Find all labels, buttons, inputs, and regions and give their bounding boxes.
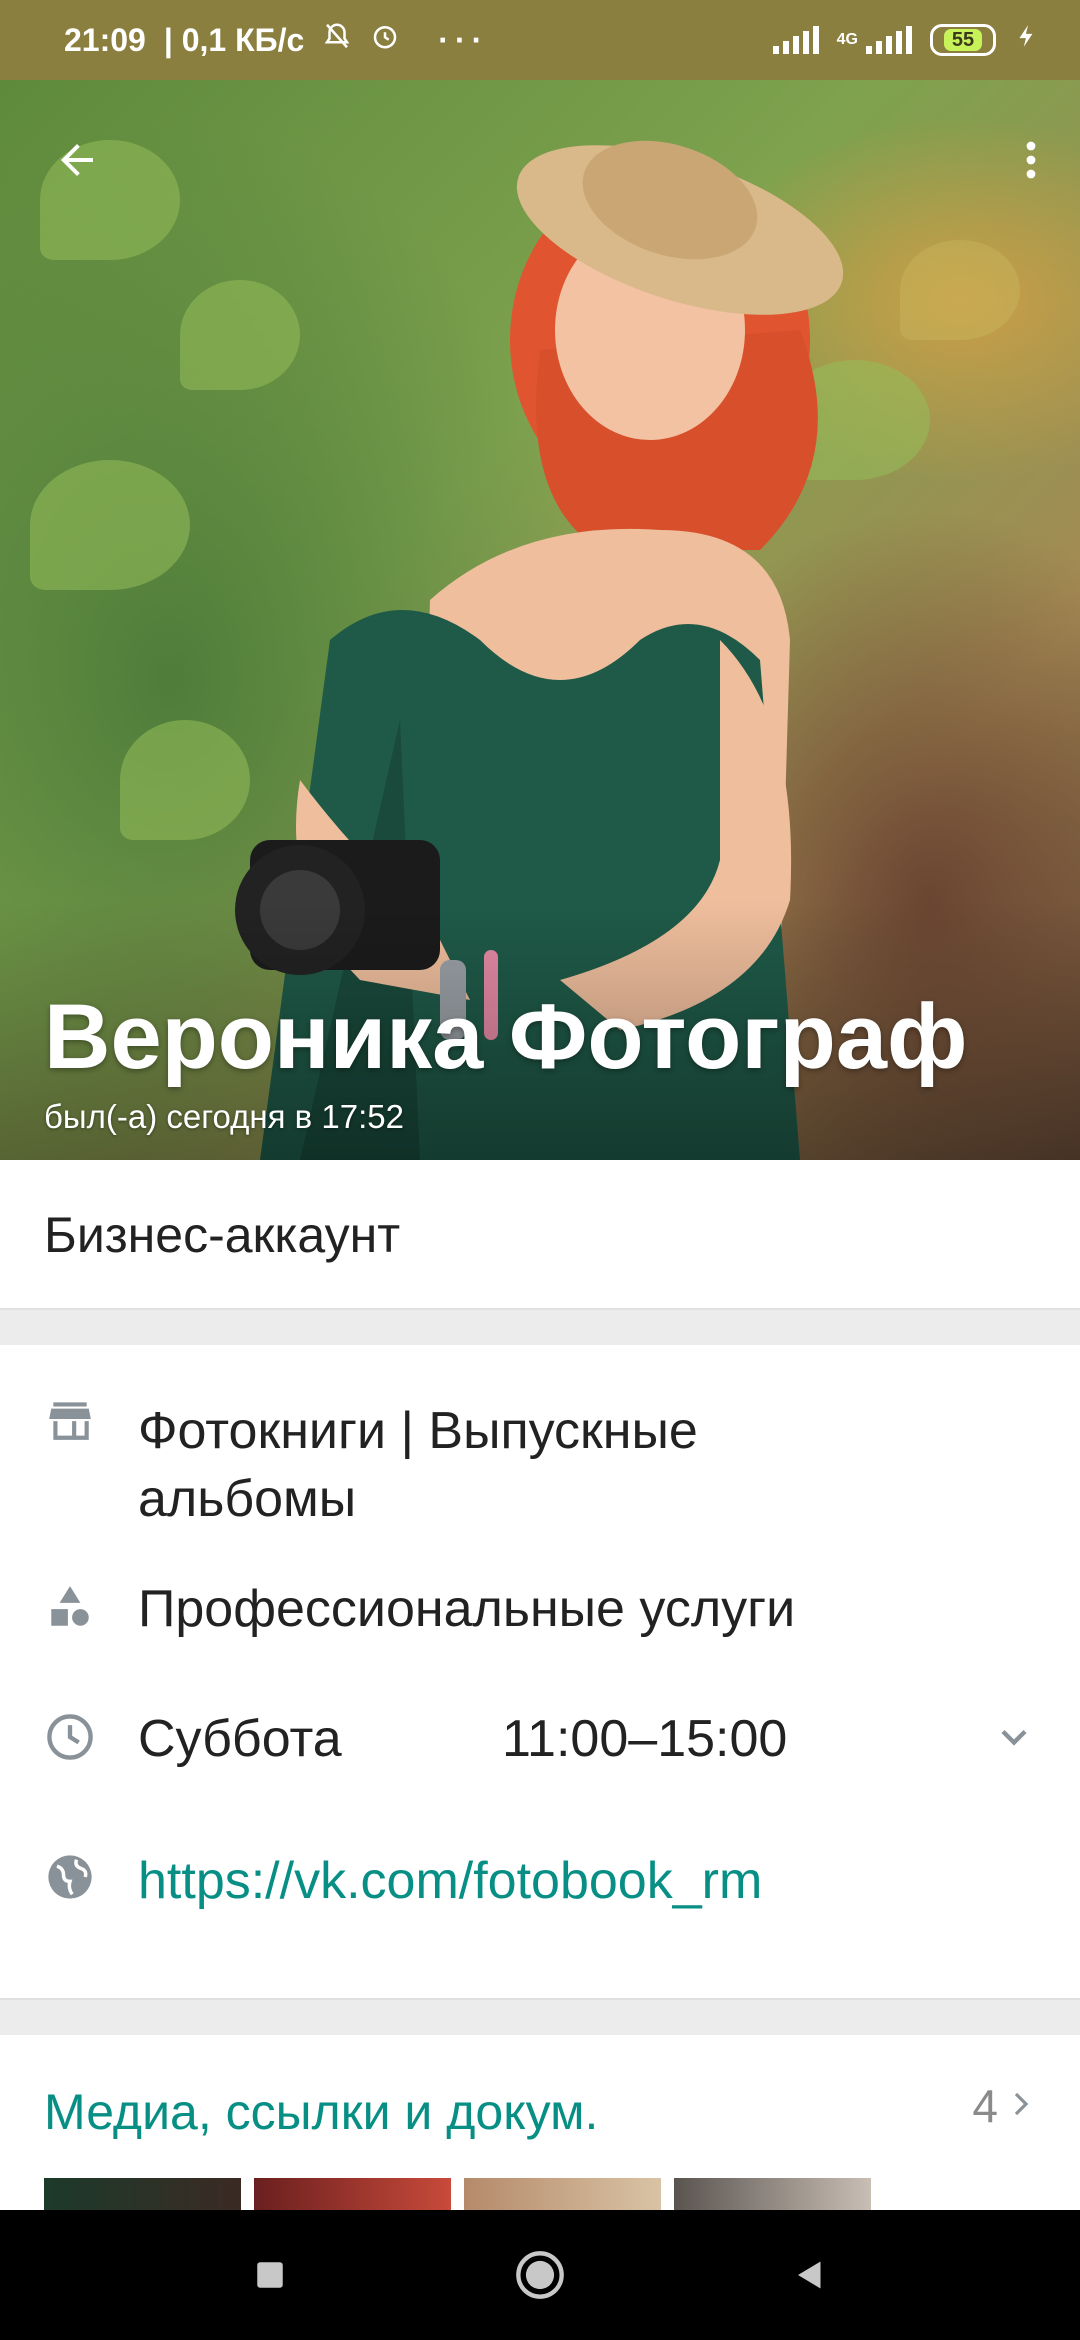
more-vertical-icon[interactable] bbox=[996, 125, 1066, 195]
signal-icon bbox=[772, 26, 819, 54]
arrow-left-icon[interactable] bbox=[42, 125, 112, 195]
chevron-right-icon bbox=[1006, 2079, 1036, 2133]
status-bar: 21:09 | 0,1 КБ/с ··· 4G 55 bbox=[0, 0, 1080, 80]
media-thumbnail[interactable] bbox=[254, 2178, 451, 2210]
hours-day: Суббота bbox=[138, 1710, 342, 1768]
status-right: 4G 55 bbox=[772, 21, 1040, 59]
business-description: Фотокниги | Выпускные альбомы bbox=[138, 1397, 698, 1533]
section-divider bbox=[0, 1310, 1080, 1345]
last-seen-status: был(-а) сегодня в 17:52 bbox=[44, 1098, 404, 1135]
chevron-down-icon[interactable] bbox=[992, 1715, 1036, 1764]
back-triangle-icon[interactable] bbox=[780, 2245, 840, 2305]
home-circle-icon[interactable] bbox=[510, 2245, 570, 2305]
status-left: 21:09 | 0,1 КБ/с ··· bbox=[64, 21, 488, 59]
description-line-1: Фотокниги | Выпускные bbox=[138, 1402, 698, 1460]
hours-row[interactable]: Суббота 11:00–15:00 bbox=[0, 1675, 1080, 1825]
globe-icon bbox=[42, 1849, 98, 1905]
signal-icon-2 bbox=[866, 26, 912, 54]
media-title[interactable]: Медиа, ссылки и докум. bbox=[44, 2083, 598, 2141]
battery-icon: 55 bbox=[930, 24, 996, 56]
store-icon bbox=[42, 1391, 98, 1447]
category-shapes-icon bbox=[42, 1579, 98, 1635]
section-divider-2 bbox=[0, 2000, 1080, 2035]
media-section[interactable]: Медиа, ссылки и докум. 4 bbox=[0, 2035, 1080, 2210]
description-row: Фотокниги | Выпускные альбомы bbox=[0, 1345, 1080, 1545]
profile-photo[interactable]: Вероника Фотограф был(-а) сегодня в 17:5… bbox=[0, 80, 1080, 1160]
network-type: 4G bbox=[836, 31, 858, 48]
description-line-2: альбомы bbox=[138, 1470, 357, 1528]
status-more-dots: ··· bbox=[438, 21, 489, 58]
website-row[interactable]: https://vk.com/fotobook_rm bbox=[0, 1825, 1080, 1975]
status-speed: | 0,1 КБ/с bbox=[163, 21, 305, 58]
charging-icon bbox=[1014, 21, 1040, 59]
battery-level: 55 bbox=[943, 29, 983, 51]
business-account-section: Бизнес-аккаунт bbox=[0, 1160, 1080, 1310]
mute-notifications-icon bbox=[322, 21, 352, 59]
business-category: Профессиональные услуги bbox=[138, 1580, 796, 1638]
status-time: 21:09 bbox=[64, 21, 146, 58]
business-info-section: Фотокниги | Выпускные альбомы Профессион… bbox=[0, 1345, 1080, 2000]
media-thumbnail[interactable] bbox=[674, 2178, 871, 2210]
hours-time: 11:00–15:00 bbox=[502, 1710, 788, 1768]
clock-icon bbox=[42, 1709, 98, 1765]
media-count-link[interactable]: 4 bbox=[972, 2079, 1036, 2133]
media-thumbnail[interactable] bbox=[44, 2178, 241, 2210]
category-row: Профессиональные услуги bbox=[0, 1545, 1080, 1675]
website-link[interactable]: https://vk.com/fotobook_rm bbox=[138, 1847, 762, 1915]
alarm-icon bbox=[370, 21, 400, 59]
media-thumbnail[interactable] bbox=[464, 2178, 661, 2210]
business-account-label: Бизнес-аккаунт bbox=[44, 1207, 401, 1263]
recents-square-icon[interactable] bbox=[240, 2245, 300, 2305]
media-count: 4 bbox=[972, 2080, 998, 2132]
system-navigation-bar bbox=[0, 2210, 1080, 2340]
profile-name: Вероника Фотограф bbox=[44, 986, 968, 1088]
